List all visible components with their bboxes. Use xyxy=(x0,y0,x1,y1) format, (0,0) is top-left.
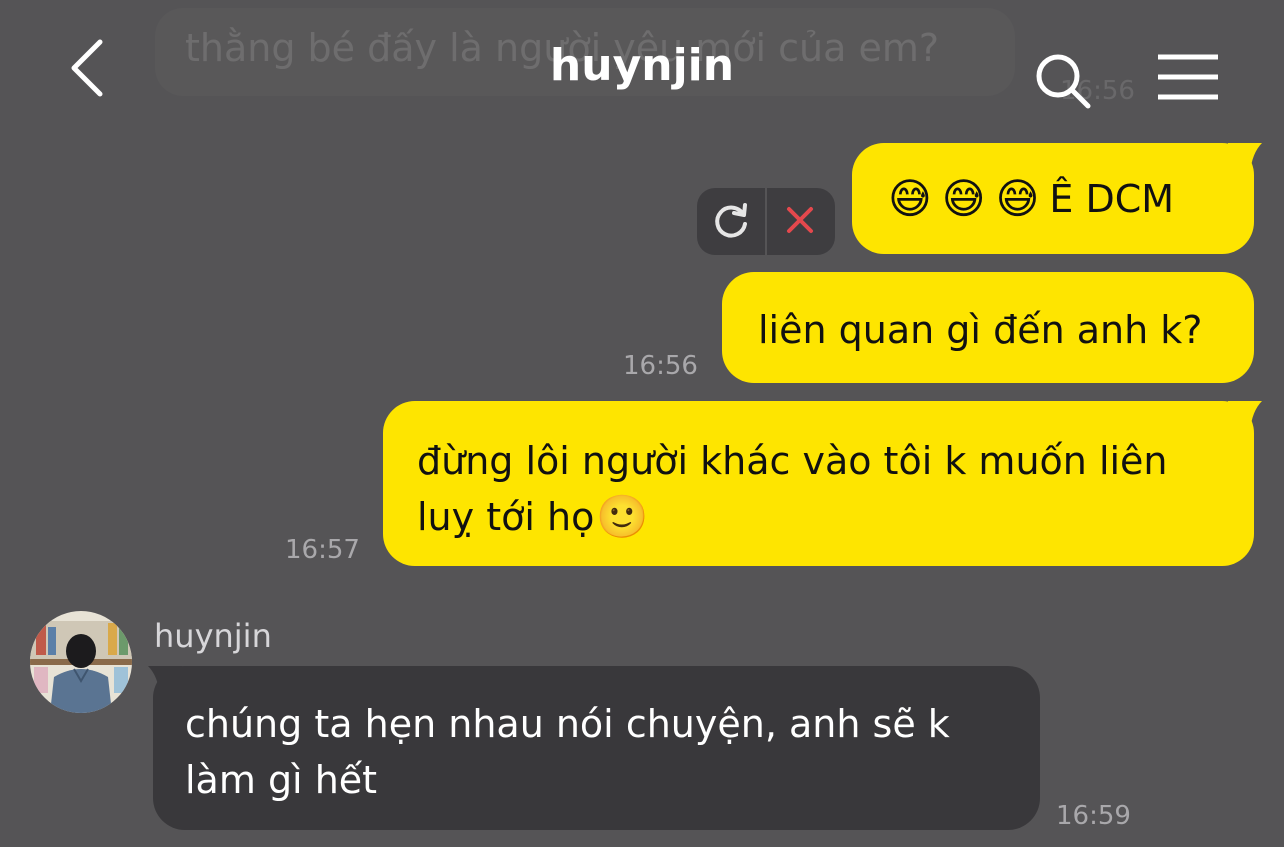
hamburger-menu-icon xyxy=(1158,54,1218,100)
sweat-smile-emoji: 😅 xyxy=(995,174,1040,223)
bubble-tail xyxy=(148,666,182,696)
slight-smile-emoji: 🙂 xyxy=(596,492,649,541)
outgoing-message-bubble[interactable]: liên quan gì đến anh k? xyxy=(722,272,1254,383)
message-timestamp: 16:57 xyxy=(285,535,360,565)
menu-button[interactable] xyxy=(1156,54,1220,100)
outgoing-message-bubble[interactable]: 😅 😅 😅 Ê DCM xyxy=(852,143,1254,254)
message-text: luỵ tới họ xyxy=(417,495,595,539)
sender-name: huynjin xyxy=(154,617,272,655)
outgoing-message-bubble[interactable]: đừng lôi người khác vào tôi k muốn liên … xyxy=(383,401,1254,566)
refresh-icon xyxy=(715,203,747,238)
failed-send-controls xyxy=(697,188,835,255)
resend-button[interactable] xyxy=(697,188,765,255)
avatar[interactable] xyxy=(30,611,132,713)
bubble-tail xyxy=(1228,143,1262,173)
avatar-photo xyxy=(30,611,132,713)
back-button[interactable] xyxy=(62,36,118,100)
cancel-send-button[interactable] xyxy=(767,188,835,255)
message-text: Ê DCM xyxy=(1049,177,1175,221)
search-icon xyxy=(1036,54,1091,109)
message-timestamp: 16:59 xyxy=(1056,801,1131,831)
incoming-message-bubble[interactable]: chúng ta hẹn nhau nói chuyện, anh sẽ k l… xyxy=(153,666,1040,830)
sweat-smile-emoji: 😅 xyxy=(941,174,986,223)
message-text: liên quan gì đến anh k? xyxy=(758,308,1203,352)
message-text-line: đừng lôi người khác vào tôi k muốn liên xyxy=(417,439,1168,483)
close-icon xyxy=(787,207,813,233)
previous-message-text: thằng bé đấy là người yêu mới của em? xyxy=(185,26,940,70)
message-timestamp: 16:56 xyxy=(623,351,698,381)
message-text-line: luỵ tới họ🙂 xyxy=(417,489,1224,545)
chevron-left-icon xyxy=(71,39,103,97)
search-button[interactable] xyxy=(1032,50,1094,112)
message-text-line: làm gì hết xyxy=(185,758,378,802)
message-text-line: chúng ta hẹn nhau nói chuyện, anh sẽ k xyxy=(185,702,950,746)
sweat-smile-emoji: 😅 xyxy=(888,174,932,223)
bubble-tail xyxy=(1228,401,1262,431)
chat-screen: thằng bé đấy là người yêu mới của em? 16… xyxy=(0,0,1284,847)
